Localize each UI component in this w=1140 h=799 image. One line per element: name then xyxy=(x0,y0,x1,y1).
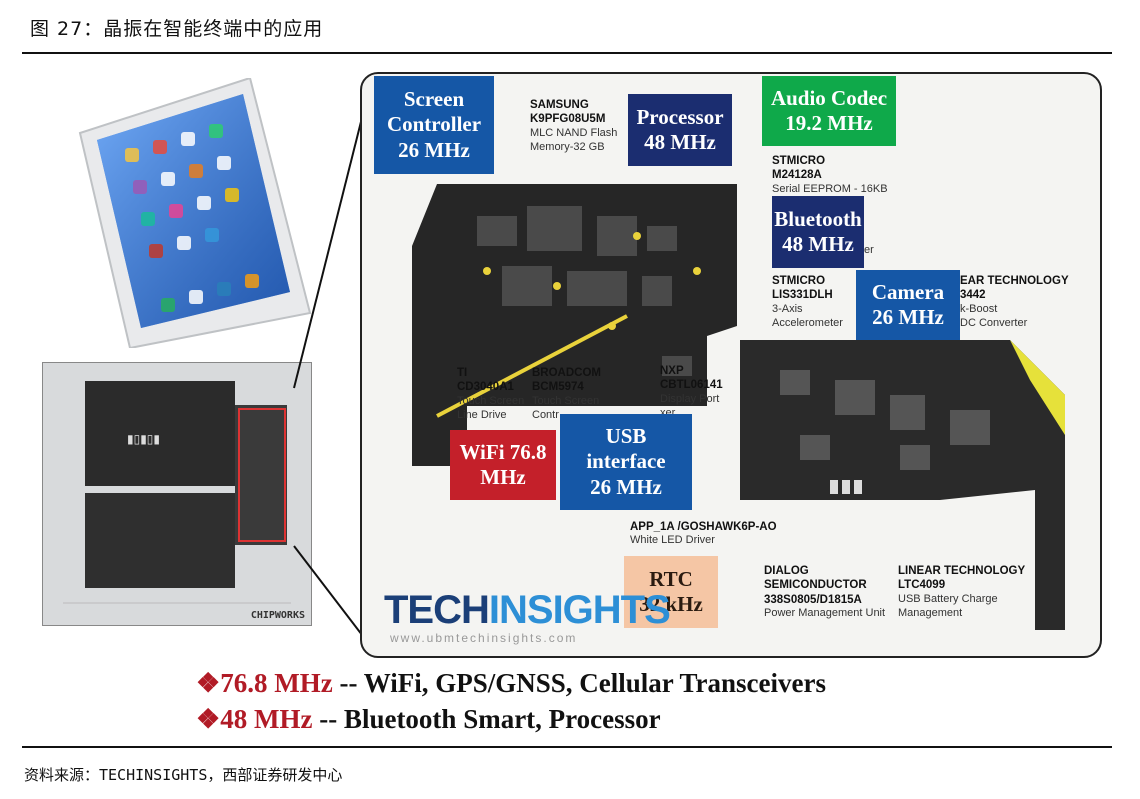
chip-led-driver: APP_1A /GOSHAWK6P-AO White LED Driver xyxy=(630,521,777,547)
logo-url: www.ubmtechinsights.com xyxy=(390,631,578,645)
callout-audio-codec: Audio Codec 19.2 MHz xyxy=(762,76,896,146)
techinsights-logo: TECHINSIGHTS xyxy=(384,588,671,632)
callout-usb: USB interface 26 MHz xyxy=(560,414,692,510)
callout-camera: Camera 26 MHz xyxy=(856,270,960,340)
freq-line-1: ❖76.8 MHz -- WiFi, GPS/GNSS, Cellular Tr… xyxy=(196,668,826,698)
chip-nxp: NXP CBTL06141 Display Port xer xyxy=(660,365,723,419)
chip-stmicro-accel: STMICRO LIS331DLH 3-Axis Accelerometer xyxy=(772,275,843,329)
callout-bluetooth: Bluetooth 48 MHz xyxy=(772,196,864,268)
chip-bluetooth-suffix: er xyxy=(864,244,874,256)
chip-dialog: DIALOG SEMICONDUCTOR 338S0805/D1815A Power… xyxy=(764,565,886,620)
callout-screen-controller: Screen Controller 26 MHz xyxy=(374,76,494,174)
chip-linear-boost: EAR TECHNOLOGY 3442 k-Boost DC Converter xyxy=(960,275,1069,329)
freq-line-2: ❖48 MHz -- Bluetooth Smart, Processor xyxy=(196,704,661,734)
chip-linear-charge: LINEAR TECHNOLOGY LTC4099 USB Battery Cha… xyxy=(898,565,1026,619)
chip-ti: TI CD3040A1 Touch Screen Line Drive xyxy=(457,367,525,421)
chip-samsung: SAMSUNG K9PFG08U5M MLC NAND Flash Memory-3… xyxy=(530,99,618,153)
source-note: 资料来源：TECHINSIGHTS，西部证券研发中心 xyxy=(24,766,343,784)
bottom-rule xyxy=(22,746,1112,748)
pcb-panel: SAMSUNG K9PFG08U5M MLC NAND Flash Memory-3… xyxy=(360,72,1102,658)
chip-stmicro-eeprom: STMICRO M24128A Serial EEPROM - 16KB xyxy=(772,155,888,195)
callout-processor: Processor 48 MHz xyxy=(628,94,732,166)
callout-wifi: WiFi 76.8 MHz xyxy=(450,430,556,500)
